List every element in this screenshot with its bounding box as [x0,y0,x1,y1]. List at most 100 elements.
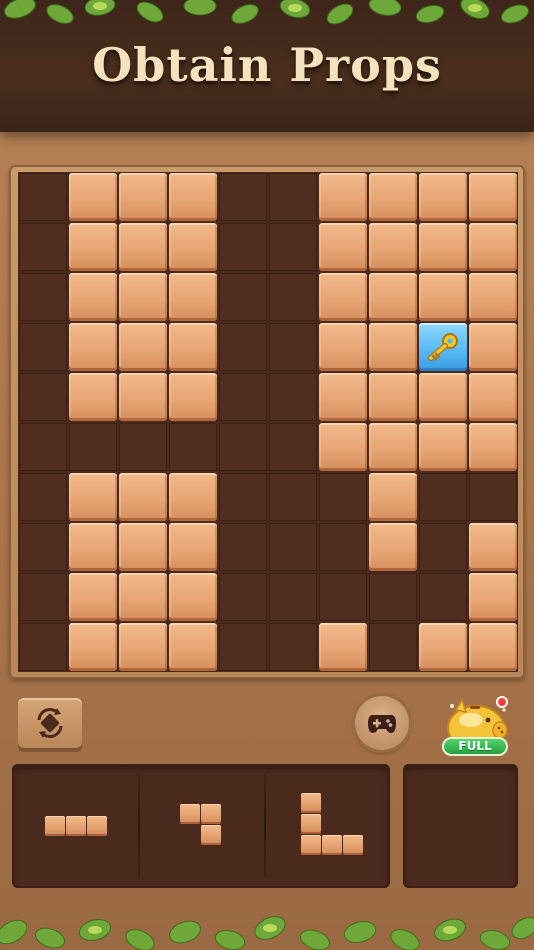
board-cell[interactable] [219,573,267,621]
board-cell[interactable] [369,573,417,621]
board-cell[interactable] [269,273,317,321]
piece-cell [301,814,321,834]
board-cell[interactable] [219,323,267,371]
board-cell[interactable] [269,373,317,421]
wood-block [169,473,217,521]
board-cell[interactable] [19,423,67,471]
piggy-status-badge: FULL [442,737,508,756]
board-cell[interactable] [319,573,367,621]
wood-block [319,373,367,421]
board-cell[interactable] [219,523,267,571]
wood-block [169,323,217,371]
board-cell[interactable] [19,223,67,271]
board-cell[interactable] [169,423,217,471]
board-cell[interactable] [269,423,317,471]
notification-dot [496,696,508,708]
wood-block [319,273,367,321]
wood-block [419,373,467,421]
hold-slot[interactable] [403,764,518,888]
wood-block [369,373,417,421]
board-cell[interactable] [69,423,117,471]
piece-cell [301,835,321,855]
wood-block [469,623,517,671]
board-cell[interactable] [219,173,267,221]
wood-block [369,523,417,571]
board-cell[interactable] [269,323,317,371]
board-cell[interactable] [369,623,417,671]
board-cell[interactable] [19,173,67,221]
wood-block [469,273,517,321]
wood-block [169,173,217,221]
piece-cell [322,835,342,855]
wood-block [369,273,417,321]
board-cell[interactable] [419,573,467,621]
board-cell[interactable] [269,623,317,671]
key-block [419,323,467,371]
wood-block [119,623,167,671]
board-cell[interactable] [19,623,67,671]
board-cell[interactable] [219,473,267,521]
board-cell[interactable] [119,423,167,471]
board-cell[interactable] [469,473,517,521]
wood-block [69,473,117,521]
board-cell[interactable] [219,373,267,421]
wood-block [319,323,367,371]
board-cell[interactable] [219,223,267,271]
board-cell[interactable] [419,523,467,571]
wood-block [419,223,467,271]
leaf-vine-bottom-decoration [0,916,534,950]
board-cell[interactable] [19,373,67,421]
board-cell[interactable] [19,323,67,371]
board-cell[interactable] [419,473,467,521]
board-cell[interactable] [19,573,67,621]
wood-block [369,473,417,521]
board-cell[interactable] [219,623,267,671]
wood-block [469,323,517,371]
wood-block [319,623,367,671]
wood-block [119,573,167,621]
board-cell[interactable] [19,273,67,321]
piece-cell [201,804,221,824]
board-cell[interactable] [19,523,67,571]
wood-block [119,473,167,521]
board-cell[interactable] [219,273,267,321]
board-cell[interactable] [269,173,317,221]
wood-block [319,173,367,221]
board-cell[interactable] [269,523,317,571]
wood-block [169,623,217,671]
piece-cell [66,816,86,836]
tray-divider [264,774,266,878]
wood-block [369,173,417,221]
page-title: Obtain Props [92,38,442,92]
game-center-button[interactable] [355,696,409,750]
rotate-button[interactable] [18,698,82,748]
wood-block [419,273,467,321]
rotate-icon [37,707,63,739]
wood-block [469,223,517,271]
wood-block [369,223,417,271]
game-board[interactable] [18,172,518,672]
wood-block [469,523,517,571]
board-cell[interactable] [269,573,317,621]
board-cell[interactable] [319,523,367,571]
piece-cell [45,816,65,836]
wood-block [419,423,467,471]
wood-block [69,523,117,571]
wood-block [169,223,217,271]
piece-cell [343,835,363,855]
piece-cell [201,825,221,845]
board-cell[interactable] [319,473,367,521]
wood-block [169,273,217,321]
board-cell[interactable] [269,473,317,521]
board-cell[interactable] [269,223,317,271]
board-cell[interactable] [19,473,67,521]
wood-block [319,223,367,271]
wood-block [69,623,117,671]
wood-block [369,423,417,471]
wood-block [119,223,167,271]
wood-block [419,173,467,221]
piece-cell [180,804,200,824]
wood-block [119,523,167,571]
board-cell[interactable] [219,423,267,471]
wood-block [119,173,167,221]
